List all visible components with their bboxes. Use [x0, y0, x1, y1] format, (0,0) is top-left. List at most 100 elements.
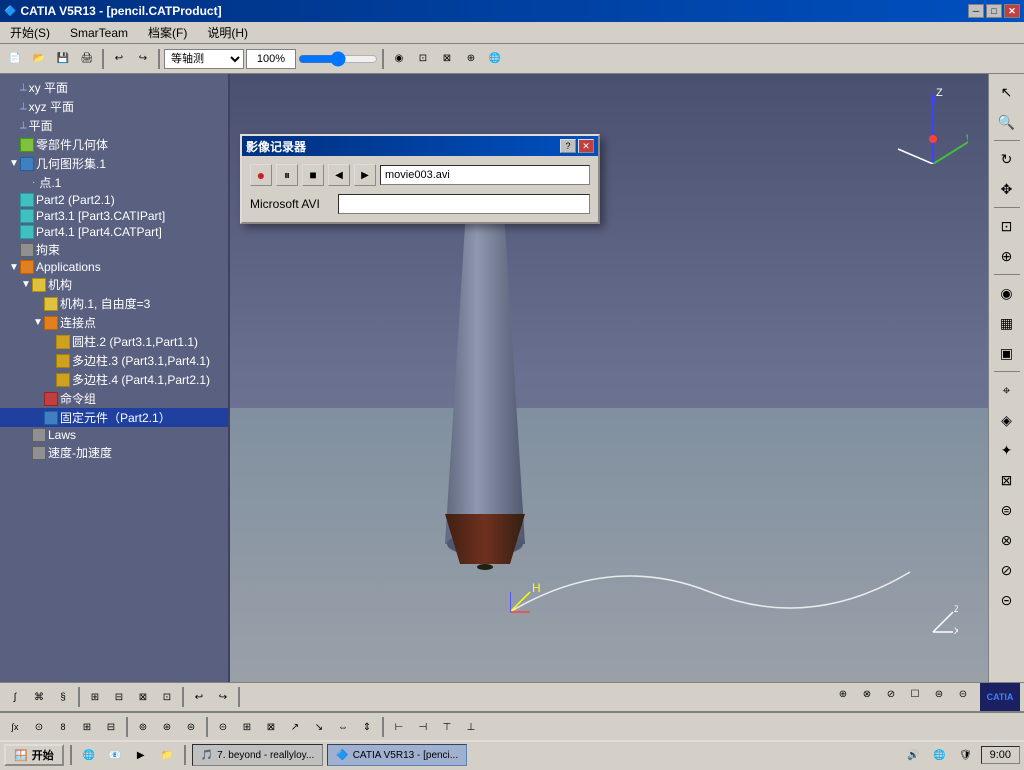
tree-applications[interactable]: ▼ Applications [0, 259, 228, 275]
close-button[interactable]: ✕ [1004, 4, 1020, 18]
tree-part2[interactable]: Part2 (Part2.1) [0, 192, 228, 208]
bt1-btn6[interactable]: ⊠ [132, 686, 154, 708]
expand-icon[interactable]: ▼ [20, 279, 32, 291]
bt2-btn16[interactable]: ⊢ [388, 716, 410, 738]
expand-icon[interactable] [44, 374, 56, 386]
new-button[interactable]: 📄 [4, 48, 26, 70]
bt2-btn17[interactable]: ⊣ [412, 716, 434, 738]
maximize-button[interactable]: □ [986, 4, 1002, 18]
bt2-btn15[interactable]: ⇕ [356, 716, 378, 738]
expand-icon[interactable] [20, 429, 32, 441]
bt2-btn14[interactable]: ⇔ [332, 716, 354, 738]
expand-icon[interactable] [20, 447, 32, 459]
right-btn-extra2[interactable]: ◈ [993, 406, 1021, 434]
tree-geom-set[interactable]: ▼ 几何图形集.1 [0, 154, 228, 173]
expand-icon[interactable] [44, 355, 56, 367]
expand-icon[interactable] [8, 139, 20, 151]
menu-file[interactable]: 档案(F) [142, 22, 193, 43]
bt2-btn10[interactable]: ⊞ [236, 716, 258, 738]
tree-part3[interactable]: Part3.1 [Part3.CATIPart] [0, 208, 228, 224]
tree-xyz-plane[interactable]: ⟂ xyz 平面 [0, 97, 228, 116]
right-btn-extra8[interactable]: ⊝ [993, 586, 1021, 614]
expand-icon[interactable] [44, 336, 56, 348]
expand-icon[interactable] [8, 120, 20, 132]
expand-icon[interactable] [20, 177, 32, 189]
view-select[interactable]: 等轴测 [164, 49, 244, 69]
toolbar-btn-extra3[interactable]: ⊠ [436, 48, 458, 70]
tree-cmdgroup[interactable]: 命令组 [0, 389, 228, 408]
tree-fixed[interactable]: 固定元件（Part2.1） [0, 408, 228, 427]
rotate-button[interactable]: ↻ [993, 145, 1021, 173]
zoom-input[interactable] [246, 49, 296, 69]
expand-icon[interactable] [32, 298, 44, 310]
zoom-button[interactable]: 🔍 [993, 108, 1021, 136]
tree-cylinder2[interactable]: 圆柱.2 (Part3.1,Part1.1) [0, 332, 228, 351]
next-button[interactable]: ▶ [354, 164, 376, 186]
tray-icon3[interactable]: 🛡 [955, 744, 977, 766]
viewport[interactable]: H Z Y Z X 影像记录器 [230, 74, 988, 682]
bt2-btn4[interactable]: ⊞ [76, 716, 98, 738]
bt2-btn9[interactable]: ⊝ [212, 716, 234, 738]
expand-icon[interactable]: ▼ [32, 317, 44, 329]
tree-mech1[interactable]: 机构.1, 自由度=3 [0, 294, 228, 313]
menu-help[interactable]: 说明(H) [201, 22, 254, 43]
bt1-btn3[interactable]: § [52, 686, 74, 708]
taskbar-item-music[interactable]: 🎵 7. beyond - reallyloy... [192, 744, 324, 766]
tree-laws[interactable]: Laws [0, 427, 228, 443]
dialog-help-button[interactable]: ? [560, 139, 576, 153]
prev-button[interactable]: ◀ [328, 164, 350, 186]
bt2-btn7[interactable]: ⊛ [156, 716, 178, 738]
format-input[interactable] [338, 194, 590, 214]
tree-point[interactable]: · 点.1 [0, 173, 228, 192]
tree-solid[interactable]: 零部件几何体 [0, 135, 228, 154]
expand-icon[interactable]: ▼ [8, 261, 20, 273]
stop-button[interactable]: ■ [302, 164, 324, 186]
filename-input[interactable] [380, 165, 590, 185]
render1-button[interactable]: ◉ [993, 279, 1021, 307]
expand-icon[interactable] [8, 194, 20, 206]
bt1-btn4[interactable]: ⊞ [84, 686, 106, 708]
pause-button[interactable]: ⏸ [276, 164, 298, 186]
bt2-btn2[interactable]: ⊙ [28, 716, 50, 738]
toolbar-btn-extra1[interactable]: ◉ [388, 48, 410, 70]
bt1-btn5[interactable]: ⊟ [108, 686, 130, 708]
bt1-btn2[interactable]: ⌘ [28, 686, 50, 708]
render3-button[interactable]: ▣ [993, 339, 1021, 367]
bt2-btn12[interactable]: ↗ [284, 716, 306, 738]
print-button[interactable]: 🖨 [76, 48, 98, 70]
expand-icon[interactable] [8, 244, 20, 256]
pointer-button[interactable]: ↖ [993, 78, 1021, 106]
taskbar-icon2[interactable]: 📧 [104, 744, 126, 766]
dialog-close-button[interactable]: ✕ [578, 139, 594, 153]
right-btn-extra5[interactable]: ⊜ [993, 496, 1021, 524]
tree-mechanism[interactable]: ▼ 机构 [0, 275, 228, 294]
right-btn-extra4[interactable]: ⊠ [993, 466, 1021, 494]
toolbar-btn-extra4[interactable]: ⊕ [460, 48, 482, 70]
tree-prism3[interactable]: 多边柱.3 (Part3.1,Part4.1) [0, 351, 228, 370]
minimize-button[interactable]: ─ [968, 4, 984, 18]
taskbar-icon1[interactable]: 🌐 [78, 744, 100, 766]
expand-icon[interactable] [8, 210, 20, 222]
tree-joints[interactable]: ▼ 连接点 [0, 313, 228, 332]
taskbar-icon4[interactable]: 📁 [156, 744, 178, 766]
bt1-btn7[interactable]: ⊡ [156, 686, 178, 708]
expand-icon[interactable] [32, 412, 44, 424]
bt2-btn3[interactable]: 8 [52, 716, 74, 738]
toolbar-btn-extra2[interactable]: ⊡ [412, 48, 434, 70]
tree-xy-plane[interactable]: ⟂ xy 平面 [0, 78, 228, 97]
bt1-right-btn4[interactable]: ☐ [904, 683, 926, 705]
taskbar-icon3[interactable]: ▶ [130, 744, 152, 766]
redo-button[interactable]: ↪ [132, 48, 154, 70]
bt1-right-btn1[interactable]: ⊕ [832, 683, 854, 705]
tree-part4[interactable]: Part4.1 [Part4.CATPart] [0, 224, 228, 240]
right-btn-extra1[interactable]: ⌖ [993, 376, 1021, 404]
expand-icon[interactable] [8, 82, 20, 94]
pan-button[interactable]: ✥ [993, 175, 1021, 203]
taskbar-item-catia[interactable]: 🔷 CATIA V5R13 - [penci... [327, 744, 467, 766]
open-button[interactable]: 📂 [28, 48, 50, 70]
fit-button[interactable]: ⊡ [993, 212, 1021, 240]
record-button[interactable]: ● [250, 164, 272, 186]
bt1-right-btn3[interactable]: ⊘ [880, 683, 902, 705]
bt2-btn8[interactable]: ⊜ [180, 716, 202, 738]
tree-plane[interactable]: ⟂ 平面 [0, 116, 228, 135]
